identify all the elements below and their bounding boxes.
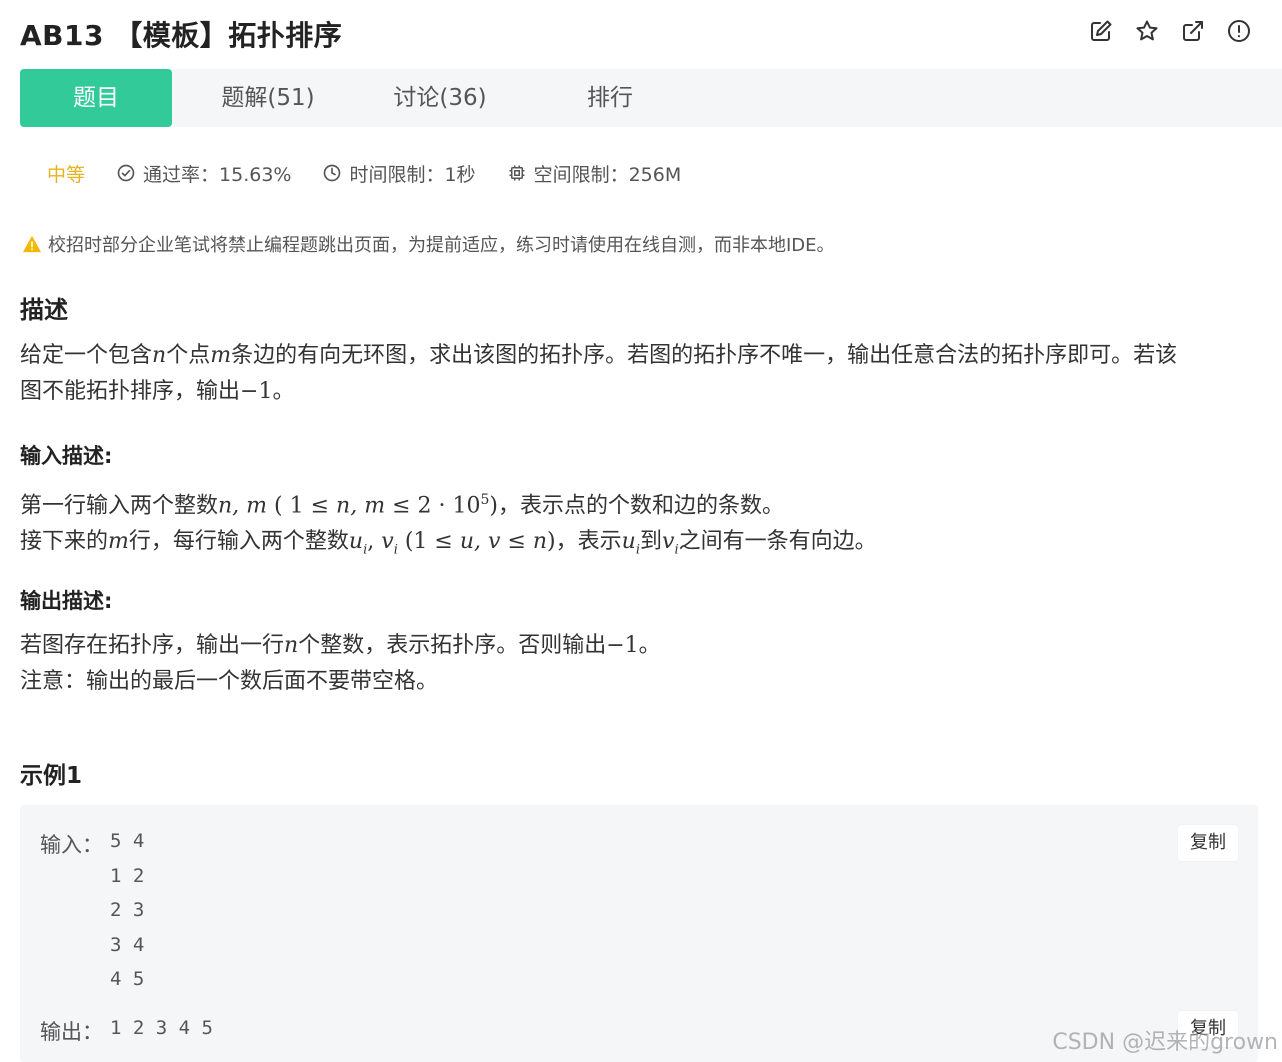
time-limit-text: 时间限制：1秒 (349, 163, 476, 186)
copy-input-button[interactable]: 复制 (1178, 825, 1238, 861)
difficulty-badge: 中等 (47, 163, 86, 186)
input-desc-heading: 输入描述: (20, 444, 113, 468)
desc-text: 给定一个包含 (20, 343, 153, 368)
math-var: m (108, 529, 129, 555)
example-input-label: 输入： (40, 833, 103, 857)
check-circle-icon (117, 164, 135, 182)
description-text: 给定一个包含n个点m条边的有向无环图，求出该图的拓扑序。若图的拓扑序不唯一，输出… (20, 338, 1250, 410)
desc-text: 。 (272, 379, 295, 404)
memory-limit-text: 空间限制：256M (533, 163, 682, 186)
math-expr: , (367, 529, 382, 555)
desc-text: ，表示点的个数和边的条数。 (497, 493, 784, 519)
math-var: n, m (336, 493, 386, 519)
star-icon[interactable] (1134, 18, 1160, 44)
math-expr: (1 ≤ (397, 529, 460, 555)
desc-text: 个点 (166, 343, 211, 368)
info-icon[interactable] (1226, 18, 1252, 44)
desc-text: 接下来的 (20, 529, 109, 555)
tab-bar: 题目 题解(51) 讨论(36) 排行 (20, 69, 1282, 127)
math-var: n (152, 343, 167, 368)
math-var: u, v (459, 529, 501, 555)
math-expr: ( 1 ≤ (267, 493, 337, 519)
math-expr: ≤ 2 · 10 (385, 493, 481, 519)
math-var: n, m (218, 493, 268, 519)
pass-rate: 通过率：15.63% (117, 160, 291, 187)
notice: 校招时部分企业笔试将禁止编程题跳出页面，为提前适应，练习时请使用在线自测，而非本… (22, 231, 835, 257)
desc-text: 条边的有向无环图，求出该图的拓扑序。若图的拓扑序不唯一，输出任意合法的拓扑序即可… (231, 343, 1178, 368)
pass-rate-text: 通过率：15.63% (143, 163, 292, 186)
output-desc-text: 若图存在拓扑序，输出一行n个整数，表示拓扑序。否则输出−1。 注意：输出的最后一… (20, 628, 661, 700)
page-title: AB13 【模板】拓扑排序 (20, 19, 343, 52)
external-link-icon[interactable] (1180, 18, 1206, 44)
memory-limit: 空间限制：256M (508, 160, 682, 187)
desc-text: 若图存在拓扑序，输出一行 (20, 633, 285, 658)
desc-text: 到 (640, 529, 663, 555)
tab-discussion[interactable]: 讨论(36) (360, 69, 520, 127)
desc-text: 第一行输入两个整数 (20, 493, 219, 519)
header-icons (1088, 18, 1252, 44)
warning-icon (23, 235, 41, 253)
input-desc-text: 第一行输入两个整数n, m ( 1 ≤ n, m ≤ 2 · 105)，表示点的… (20, 482, 877, 569)
clock-icon (324, 164, 341, 182)
math-var: v (662, 529, 675, 555)
math-var: v (381, 529, 394, 555)
output-note: 注意：输出的最后一个数后面不要带空格。 (20, 669, 439, 694)
chip-icon (509, 165, 525, 181)
header: AB13 【模板】拓扑排序 (0, 0, 1282, 68)
math-var: n (532, 529, 548, 555)
desc-text: ，表示 (555, 529, 622, 555)
math-expr: ) (547, 529, 556, 555)
tab-solutions[interactable]: 题解(51) (188, 69, 348, 127)
math-var: u (621, 529, 636, 555)
math-var: n (284, 633, 299, 658)
time-limit: 时间限制：1秒 (323, 160, 476, 187)
desc-text: 行，每行输入两个整数 (128, 529, 349, 555)
math-value: −1 (606, 633, 639, 658)
desc-text: 。 (638, 633, 661, 658)
math-var: u (348, 529, 364, 555)
math-var: m (210, 343, 232, 368)
desc-text: 图不能拓扑排序，输出 (20, 379, 241, 404)
output-desc-heading: 输出描述: (20, 589, 113, 613)
tab-problem[interactable]: 题目 (20, 69, 172, 127)
desc-text: 个整数，表示拓扑序。否则输出 (298, 633, 607, 658)
desc-text: 之间有一条有向边。 (678, 529, 877, 555)
description-heading: 描述 (20, 296, 68, 324)
math-expr: ) (489, 493, 498, 519)
notice-text: 校招时部分企业笔试将禁止编程题跳出页面，为提前适应，练习时请使用在线自测，而非本… (48, 235, 835, 256)
tab-ranking[interactable]: 排行 (550, 69, 670, 127)
example-output-value[interactable]: 1 2 3 4 5 (110, 1011, 213, 1046)
example-output-label: 输出： (40, 1020, 103, 1044)
example-heading: 示例1 (20, 763, 83, 789)
edit-icon[interactable] (1088, 18, 1114, 44)
problem-meta: 中等 通过率：15.63% 时间限制：1秒 空间限制：256M (47, 158, 713, 188)
math-expr: ≤ (500, 529, 533, 555)
example-input-value[interactable]: 5 4 1 2 2 3 3 4 4 5 (110, 824, 144, 997)
watermark: CSDN @迟来的grown (1052, 1030, 1278, 1055)
math-value: −1 (240, 379, 273, 404)
